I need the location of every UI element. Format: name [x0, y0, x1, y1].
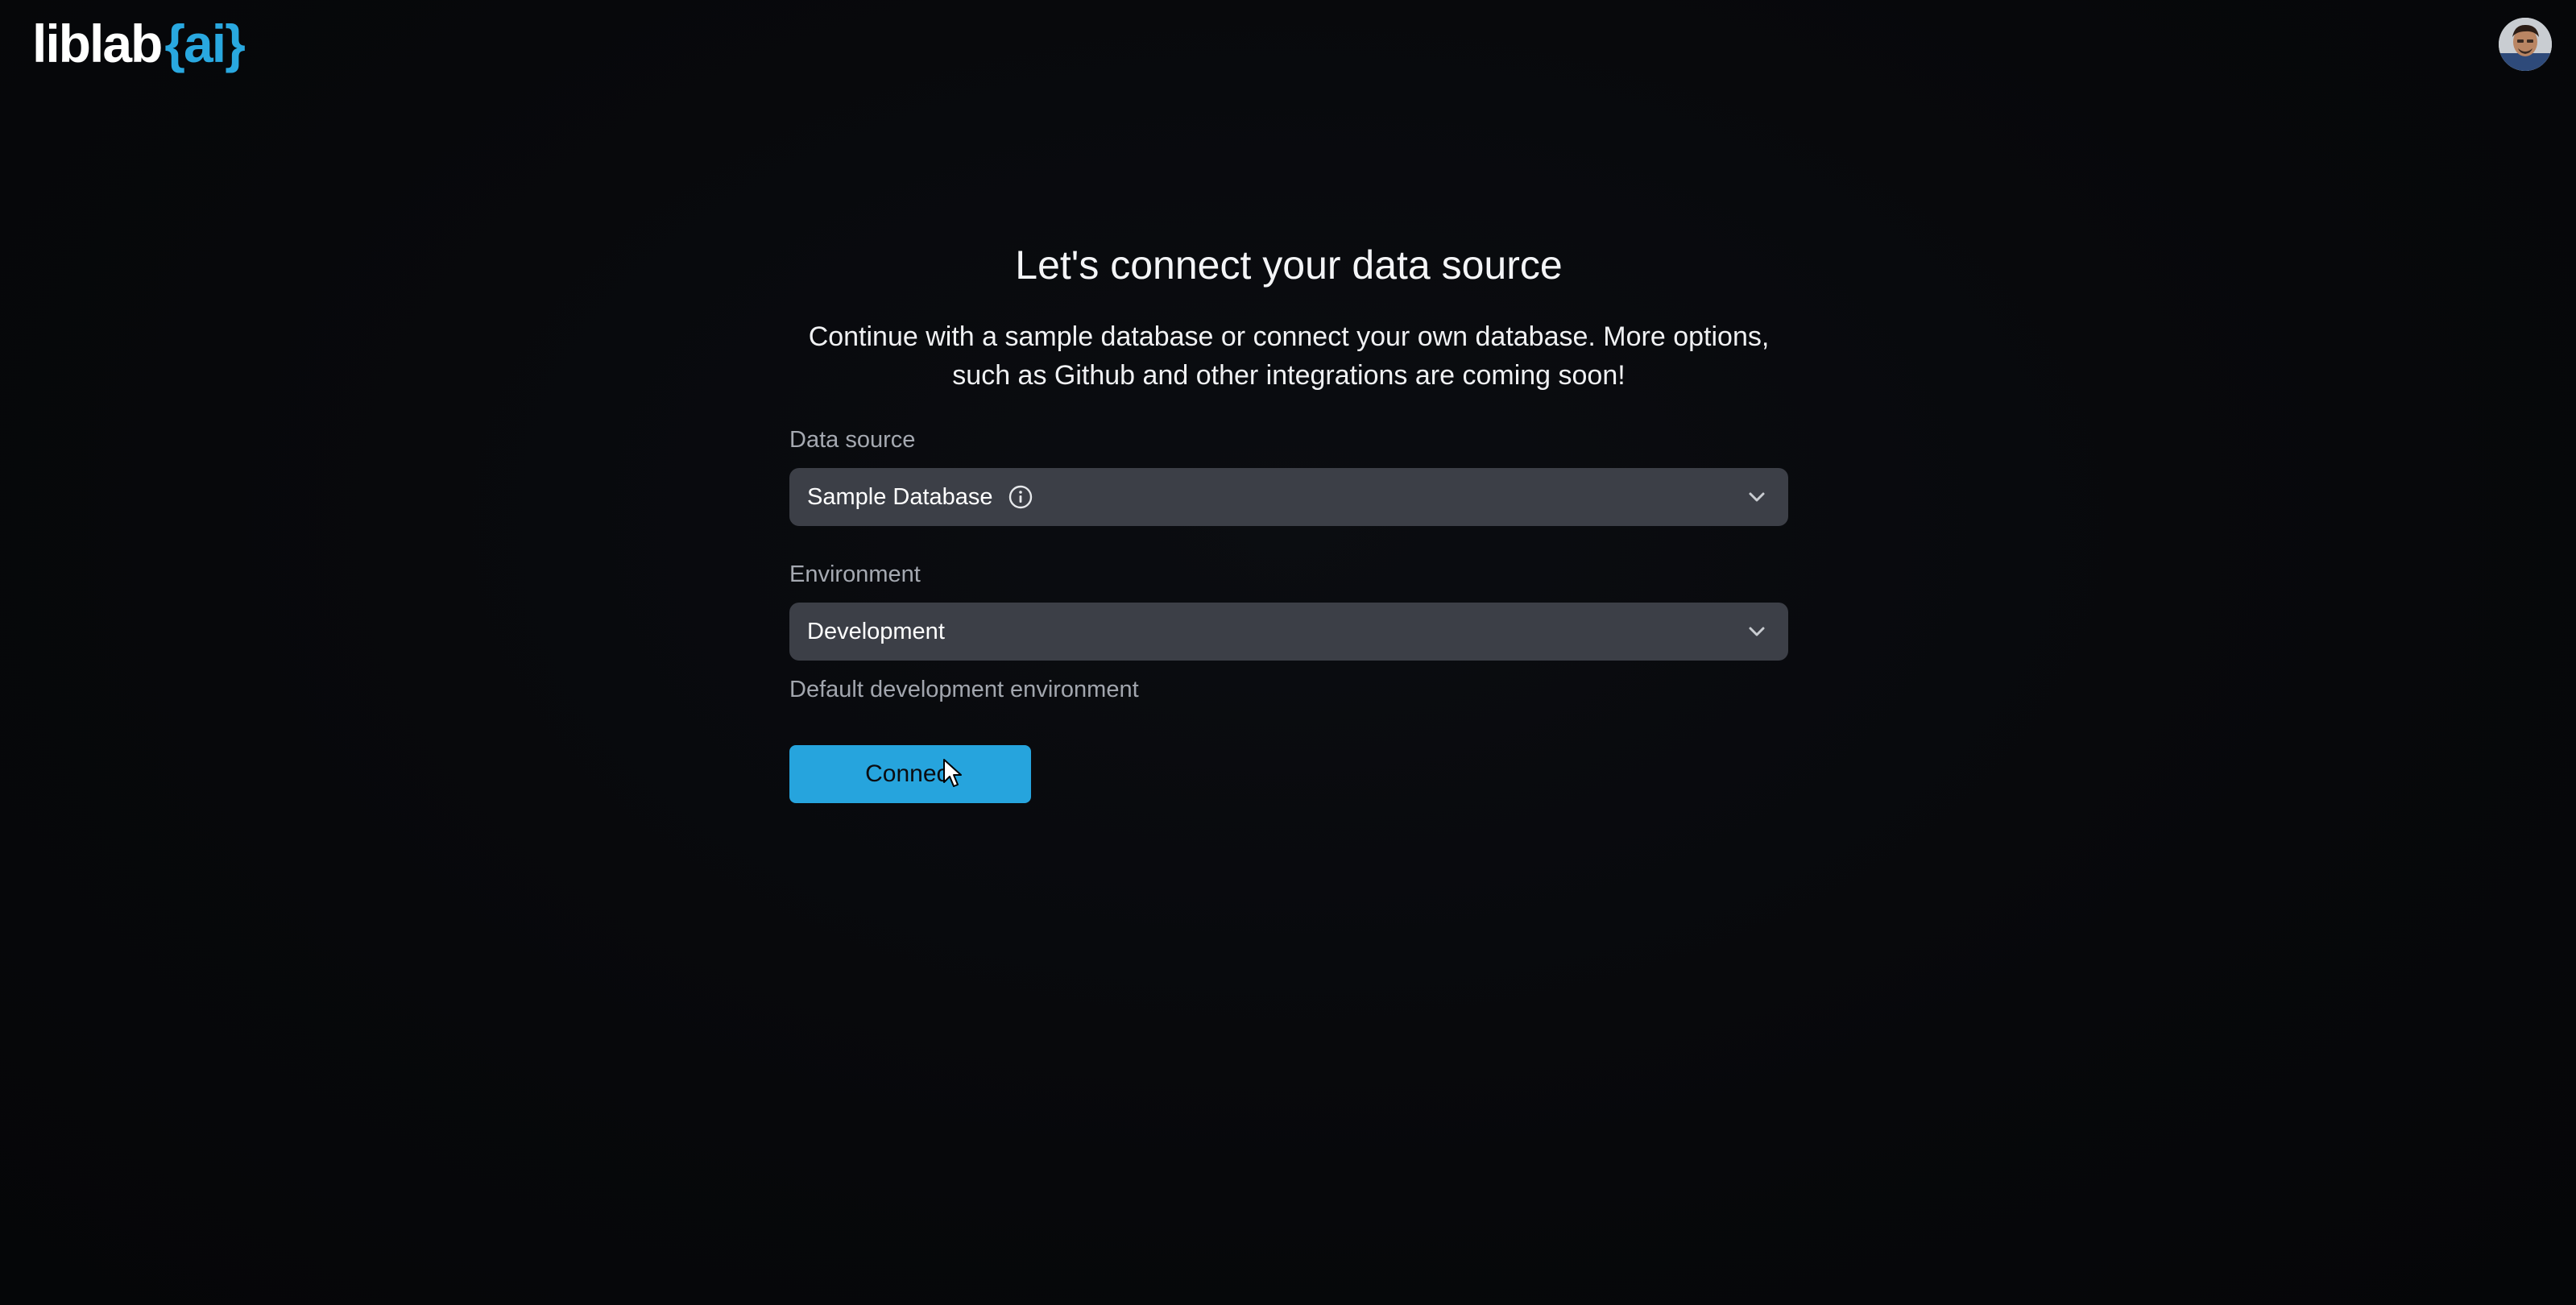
connect-button[interactable]: Connect — [789, 745, 1031, 803]
chevron-down-icon — [1745, 619, 1769, 644]
connect-data-source-panel: Let's connect your data source Continue … — [789, 242, 1788, 803]
onboarding-page: liblab {ai} Let's connect your data sourc… — [0, 0, 2576, 1305]
data-source-select[interactable]: Sample Database — [789, 468, 1788, 526]
data-source-label: Data source — [789, 427, 916, 453]
subtitle-line-1: Continue with a sample database or conne… — [808, 321, 1770, 352]
mouse-cursor-icon — [943, 759, 962, 787]
user-avatar-icon[interactable] — [2499, 18, 2552, 71]
environment-select[interactable]: Development — [789, 603, 1788, 661]
environment-label: Environment — [789, 561, 921, 587]
page-title: Let's connect your data source — [1015, 242, 1563, 288]
liblab-logo[interactable]: liblab {ai} — [32, 11, 246, 76]
environment-value: Development — [807, 618, 945, 644]
subtitle-line-2: such as Github and other integrations ar… — [952, 360, 1626, 391]
info-icon[interactable] — [1008, 484, 1033, 510]
chevron-down-icon — [1745, 485, 1769, 509]
logo-accent-text: {ai} — [164, 14, 245, 73]
data-source-value: Sample Database — [807, 483, 993, 510]
page-subtitle: Continue with a sample database or conne… — [789, 317, 1788, 395]
environment-helper-text: Default development environment — [789, 677, 1139, 702]
logo-text: liblab — [32, 14, 163, 73]
